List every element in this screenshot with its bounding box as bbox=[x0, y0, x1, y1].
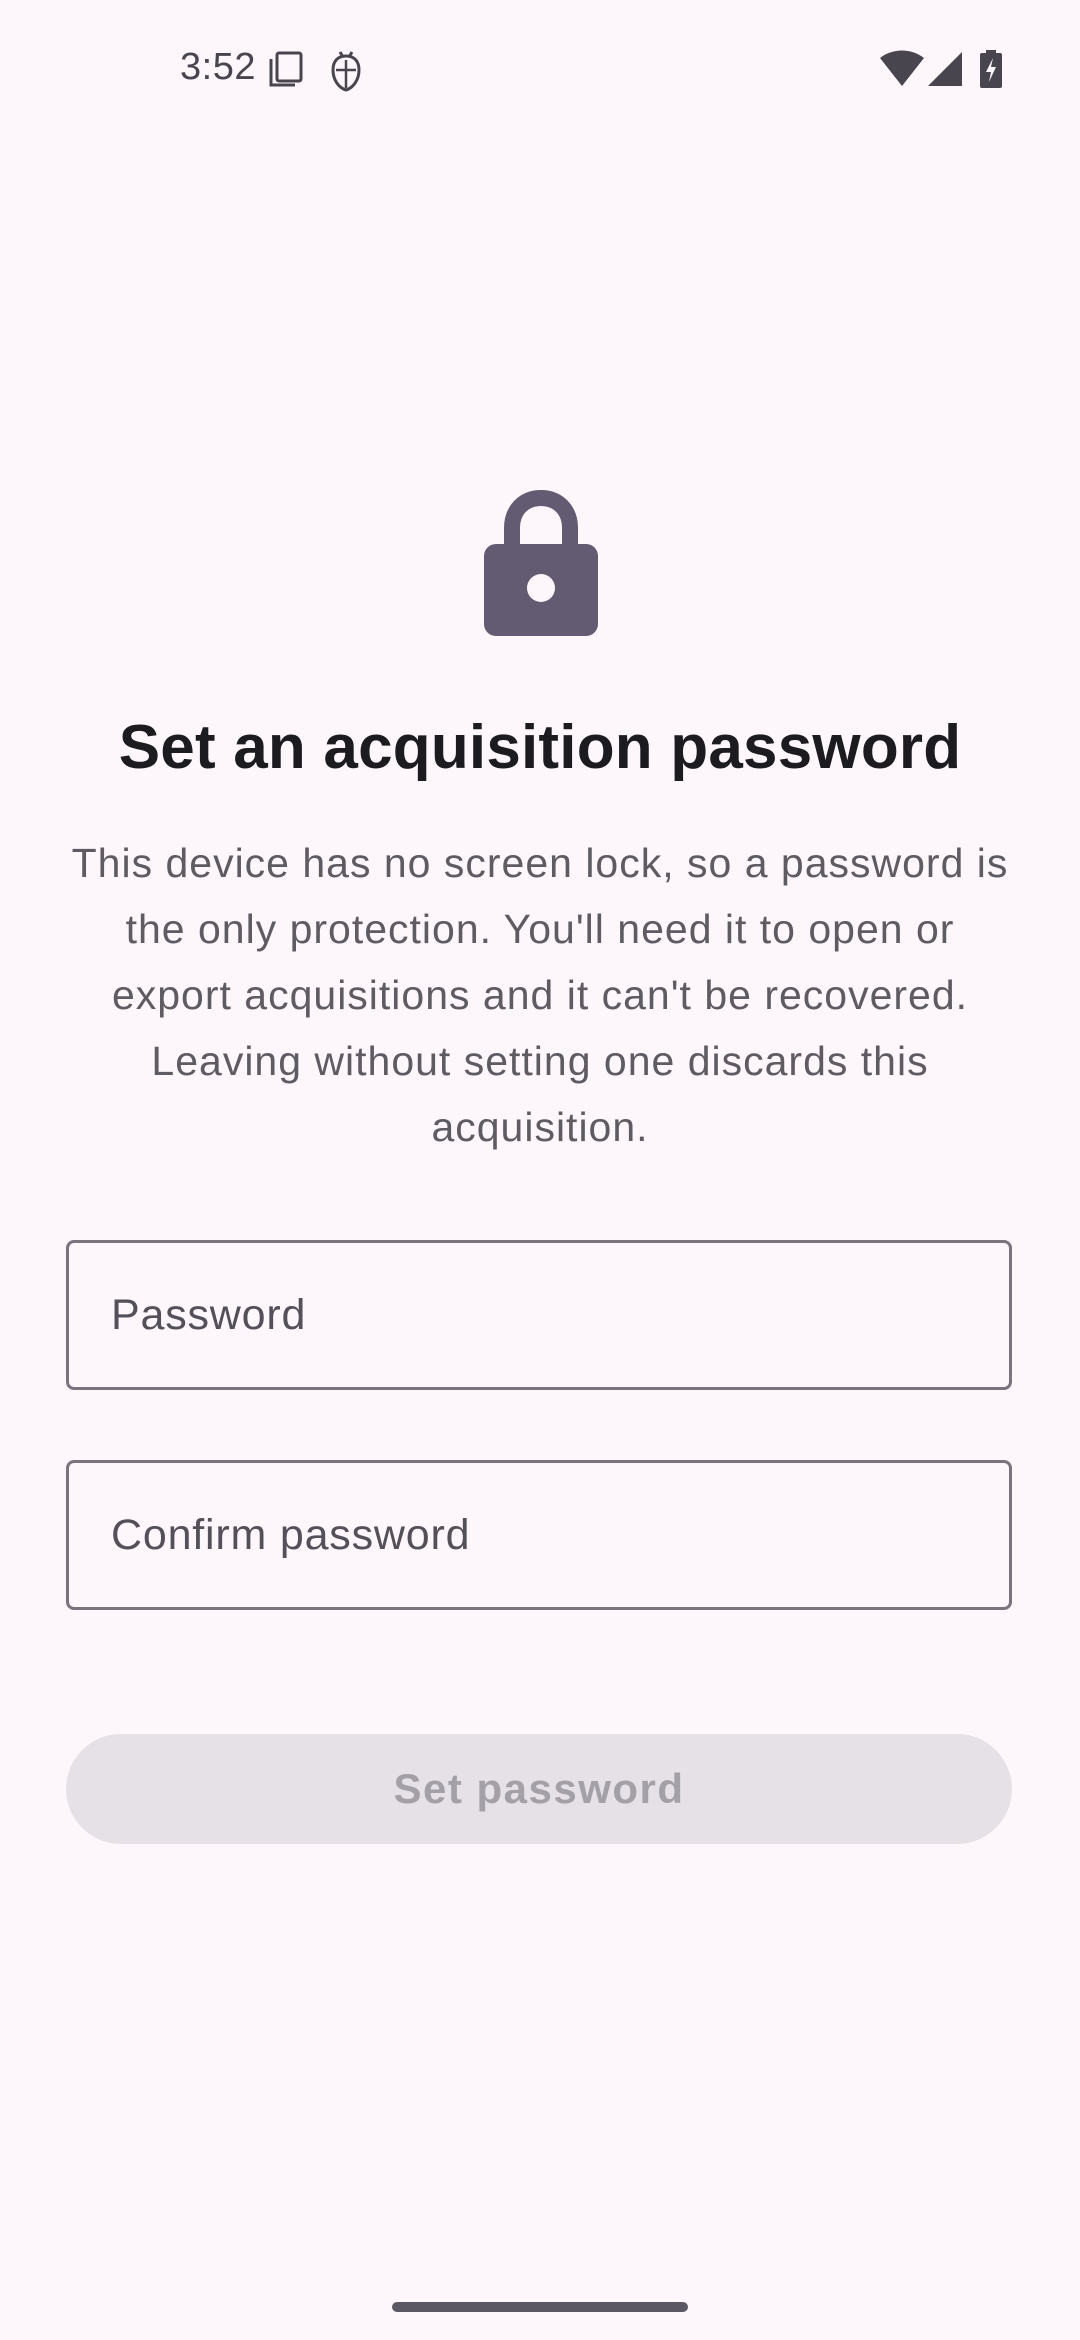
lock-icon bbox=[484, 488, 598, 636]
wifi-icon bbox=[880, 50, 924, 93]
set-password-button[interactable]: Set password bbox=[66, 1734, 1012, 1844]
set-password-screen: 3:52 Set an acquisition password This de… bbox=[0, 0, 1080, 2340]
cell-signal-icon bbox=[928, 50, 964, 93]
password-field[interactable] bbox=[66, 1240, 1012, 1390]
status-bar: 3:52 bbox=[0, 0, 1080, 140]
copy-icon bbox=[268, 50, 304, 93]
battery-charging-icon bbox=[980, 50, 1002, 93]
page-title: Set an acquisition password bbox=[118, 713, 962, 782]
description-text: This device has no screen lock, so a pas… bbox=[71, 840, 1009, 1150]
bug-icon bbox=[328, 50, 364, 97]
status-time: 3:52 bbox=[180, 46, 256, 88]
home-indicator[interactable] bbox=[392, 2302, 688, 2312]
confirm-password-field[interactable] bbox=[66, 1460, 1012, 1610]
